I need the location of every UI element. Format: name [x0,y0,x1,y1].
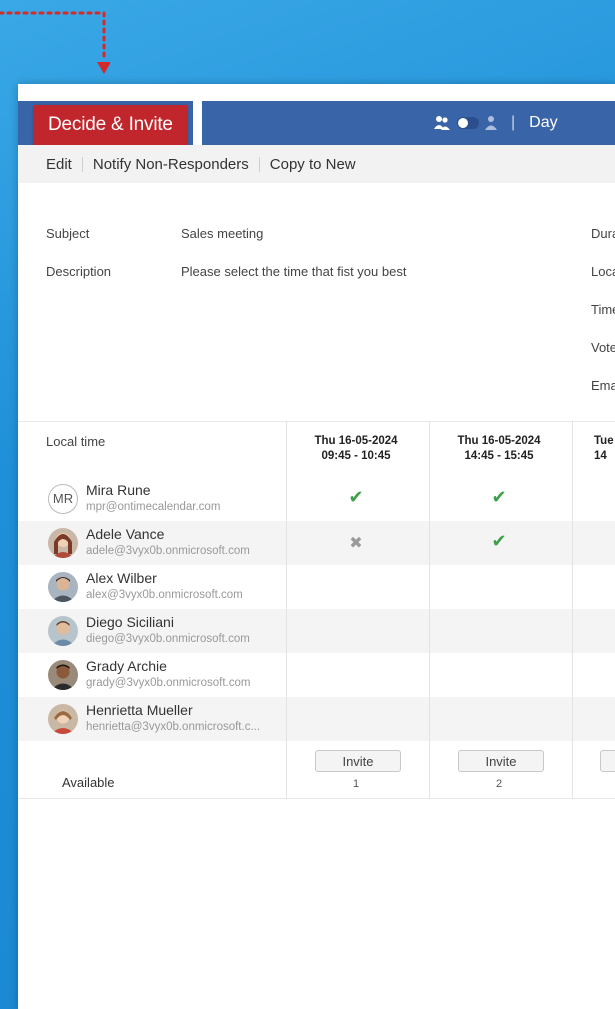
participant-name: Diego Siciliani [86,614,174,630]
subject-value: Sales meeting [181,226,264,241]
avatar [48,528,78,558]
participant-row: MR Mira Rune mpr@ontimecalendar.com ✔ ✔ [18,477,615,521]
copy-to-new-button[interactable]: Copy to New [260,156,366,173]
slot-time: 14:45 - 15:45 [464,450,534,462]
day-view-button[interactable]: Day [529,114,557,132]
action-menu: Edit Notify Non-Responders Copy to New [18,145,615,183]
email-label: Ema [591,378,615,393]
slot-date: Thu 16-05-2024 [457,435,541,447]
invite-button[interactable] [600,750,615,772]
notify-non-responders-button[interactable]: Notify Non-Responders [83,156,259,173]
slot-date: Tue [594,435,614,447]
duration-label: Dura [591,226,615,241]
single-person-icon[interactable] [485,115,497,131]
participant-name: Alex Wilber [86,570,157,586]
avatar: MR [48,484,78,514]
votes-label: Vote [591,340,615,355]
column-divider [286,421,287,799]
time-slot-header: Thu 16-05-2024 14:45 - 15:45 [429,434,569,464]
vote-no-icon: ✖ [349,535,363,552]
vote-yes-icon: ✔ [491,531,507,551]
avatar [48,616,78,646]
time-slot-header: Thu 16-05-2024 09:45 - 10:45 [286,434,426,464]
column-divider [429,421,430,799]
participant-email: grady@3vyx0b.onmicrosoft.com [86,677,251,689]
available-count: 1 [352,778,360,790]
participant-row: Diego Siciliani diego@3vyx0b.onmicrosoft… [18,609,615,653]
participant-email: diego@3vyx0b.onmicrosoft.com [86,633,250,645]
slot-date: Thu 16-05-2024 [314,435,398,447]
time-slot-header: Tue 14 [572,434,615,464]
avatar [48,572,78,602]
brand-gap [193,101,202,145]
timezone-label: Time [591,302,615,317]
available-count: 2 [495,778,503,790]
view-separator: | [511,114,516,131]
participant-name: Adele Vance [86,526,165,542]
slot-time: 09:45 - 10:45 [321,450,391,462]
edit-button[interactable]: Edit [18,156,82,173]
vote-yes-icon: ✔ [491,487,507,507]
participant-name: Grady Archie [86,658,167,674]
participant-email: mpr@ontimecalendar.com [86,501,221,513]
participant-email: alex@3vyx0b.onmicrosoft.com [86,589,243,601]
location-label: Loca [591,264,615,279]
dotted-arrow-decoration [0,11,110,74]
table-bottom-border [18,798,615,799]
brand-badge: Decide & Invite [34,105,187,145]
participant-row: Adele Vance adele@3vyx0b.onmicrosoft.com… [18,521,615,565]
participant-toggle[interactable] [457,117,479,129]
avatar [48,704,78,734]
participant-row: Grady Archie grady@3vyx0b.onmicrosoft.co… [18,653,615,697]
table-header-row: Local time Thu 16-05-2024 09:45 - 10:45 … [18,421,615,478]
description-value: Please select the time that fist you bes… [181,264,407,279]
column-divider [572,421,573,799]
participant-name: Mira Rune [86,482,151,498]
local-time-label: Local time [46,434,106,449]
avatar [48,660,78,690]
group-people-icon[interactable] [433,115,451,131]
invite-button[interactable]: Invite [315,750,401,772]
available-label: Available [62,775,115,790]
view-switcher: | Day [433,101,558,145]
participant-row: Alex Wilber alex@3vyx0b.onmicrosoft.com [18,565,615,609]
slot-time: 14 [594,450,607,462]
participant-email: adele@3vyx0b.onmicrosoft.com [86,545,250,557]
decide-invite-panel: Decide & Invite | Day Edit Notify Non-Re… [18,84,615,1009]
vote-yes-icon: ✔ [348,487,364,507]
invite-button[interactable]: Invite [458,750,544,772]
participant-name: Henrietta Mueller [86,702,193,718]
subject-label: Subject [46,226,90,241]
description-label: Description [46,264,112,279]
participant-row: Henrietta Mueller henrietta@3vyx0b.onmic… [18,697,615,741]
participant-email: henrietta@3vyx0b.onmicrosoft.c... [86,721,261,733]
